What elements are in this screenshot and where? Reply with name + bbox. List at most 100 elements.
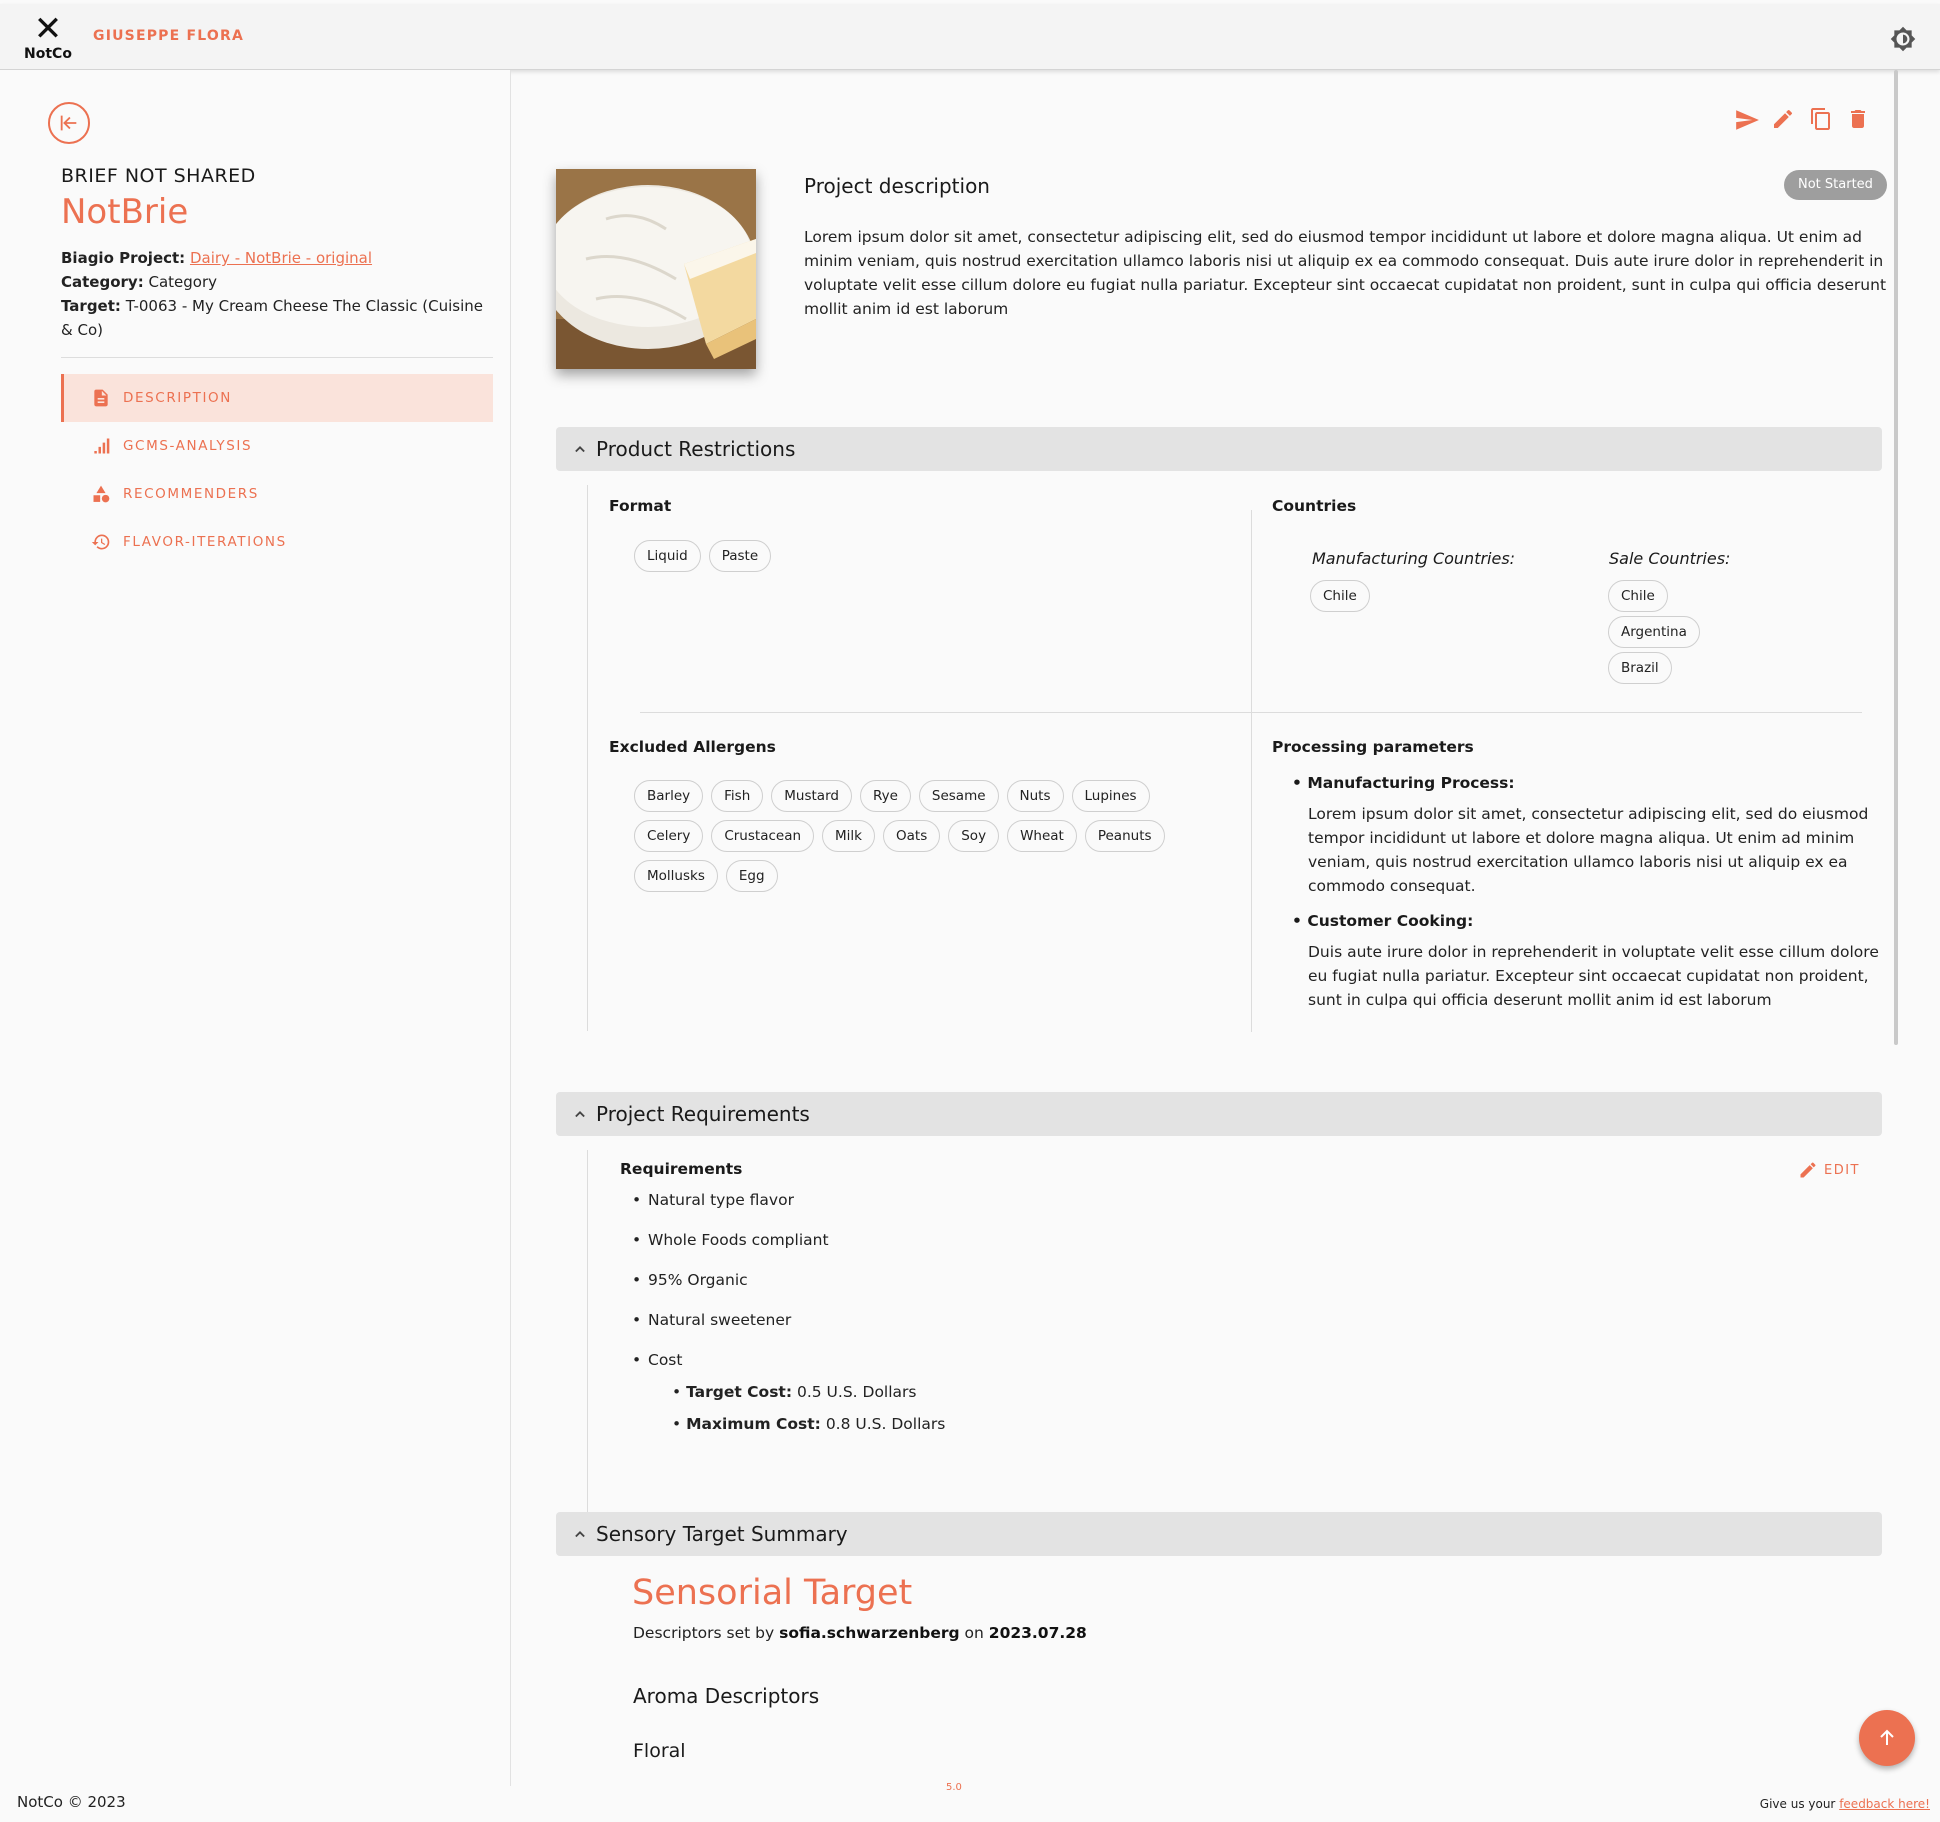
feedback-prefix: Give us your — [1759, 1797, 1836, 1811]
format-label: Format — [609, 497, 672, 515]
allergen-chip: Nuts — [1006, 780, 1064, 812]
allergen-chip: Rye — [859, 780, 911, 812]
max-cost-label: Maximum Cost: — [686, 1415, 821, 1433]
feedback-link[interactable]: feedback here! — [1839, 1797, 1930, 1811]
scroll-to-top-button[interactable] — [1859, 1710, 1915, 1766]
section-title: Project Requirements — [596, 1102, 810, 1126]
target: Target: T-0063 - My Cream Cheese The Cla… — [61, 294, 486, 342]
history-icon — [91, 532, 111, 552]
edit-icon — [1800, 1162, 1816, 1178]
sidebar: BRIEF NOT SHARED NotBrie Biagio Project:… — [0, 70, 511, 1786]
descriptors-set-by: Descriptors set by sofia.schwarzenberg o… — [633, 1624, 1087, 1642]
category-label: Category: — [61, 273, 144, 291]
allergen-chip: Mollusks — [634, 860, 718, 892]
project-description-text: Lorem ipsum dolor sit amet, consectetur … — [804, 228, 1887, 318]
set-date: 2023.07.28 — [988, 1624, 1087, 1642]
product-restrictions-header[interactable]: Product Restrictions — [556, 427, 1882, 471]
max-cost-value: 0.8 U.S. Dollars — [825, 1415, 946, 1433]
allergen-chip: Wheat — [1007, 820, 1077, 852]
customer-cooking-text: Duis aute irure dolor in reprehenderit i… — [1308, 943, 1879, 1009]
country-chip: Chile — [1608, 580, 1668, 612]
descriptor-value-stub: 5.0 — [946, 1782, 962, 1793]
copy-icon[interactable] — [1809, 107, 1837, 135]
chevron-up-icon — [570, 439, 590, 459]
list-item: 95% Organic — [620, 1268, 829, 1308]
sensory-summary-header[interactable]: Sensory Target Summary — [556, 1512, 1882, 1556]
section-title: Product Restrictions — [596, 437, 796, 461]
category: Category: Category — [61, 270, 217, 294]
section-rule — [587, 485, 588, 1031]
logo-text: NotCo — [24, 46, 72, 62]
status-badge: Not Started — [1784, 170, 1887, 200]
allergen-chips: Barley Fish Mustard Rye Sesame Nuts Lupi… — [634, 780, 1174, 892]
country-chip: Argentina — [1608, 616, 1700, 648]
customer-cooking-label: • Customer Cooking: — [1292, 912, 1474, 930]
brief-status: BRIEF NOT SHARED — [61, 165, 256, 187]
format-chip: Liquid — [634, 540, 701, 572]
manufacturing-process-label: • Manufacturing Process: — [1292, 774, 1515, 792]
section-rule — [587, 1150, 588, 1522]
edit-requirements-button[interactable]: EDIT — [1798, 1160, 1860, 1180]
footer-copyright: NotCo © 2023 — [17, 1793, 126, 1811]
scrollbar[interactable] — [1894, 70, 1898, 1045]
target-value: T-0063 - My Cream Cheese The Classic (Cu… — [61, 297, 483, 339]
allergen-chip: Lupines — [1071, 780, 1150, 812]
edit-icon[interactable] — [1771, 107, 1799, 135]
biagio-project: Biagio Project: Dairy - NotBrie - origin… — [61, 246, 372, 270]
arrow-left-bar-icon — [60, 115, 77, 131]
sensorial-target-title: Sensorial Target — [632, 1573, 913, 1613]
product-image — [556, 169, 756, 369]
sale-chips: Chile Argentina Brazil — [1608, 580, 1700, 684]
allergen-chip: Celery — [634, 820, 704, 852]
app-header: ✕ NotCo GIUSEPPE FLORA — [0, 4, 1940, 70]
biagio-link[interactable]: Dairy - NotBrie - original — [190, 249, 372, 267]
allergen-chip: Crustacean — [711, 820, 815, 852]
nav-item-flavor-iterations[interactable]: FLAVOR-ITERATIONS — [61, 518, 493, 566]
nav-item-description[interactable]: DESCRIPTION — [61, 374, 493, 422]
country-chip: Chile — [1310, 580, 1370, 612]
notco-logo[interactable]: ✕ NotCo — [22, 12, 74, 64]
category-value: Category — [148, 273, 218, 291]
biagio-label: Biagio Project: — [61, 249, 186, 267]
allergen-chip: Sesame — [918, 780, 999, 812]
nav-item-gcms-analysis[interactable]: GCMS-ANALYSIS — [61, 422, 493, 470]
nav-item-recommenders[interactable]: RECOMMENDERS — [61, 470, 493, 518]
allergen-chip: Barley — [634, 780, 704, 812]
column-divider — [1251, 510, 1252, 750]
chevron-up-icon — [570, 1524, 590, 1544]
list-item: Cost — [620, 1348, 829, 1388]
sale-countries-label: Sale Countries: — [1609, 549, 1731, 568]
send-icon[interactable] — [1734, 107, 1762, 135]
allergen-chip: Egg — [725, 860, 778, 892]
manufacturing-process: • Manufacturing Process: Lorem ipsum dol… — [1292, 774, 1882, 898]
sidebar-nav: DESCRIPTION GCMS-ANALYSIS RECOMMENDERS F… — [61, 374, 493, 566]
user-name[interactable]: GIUSEPPE FLORA — [93, 28, 244, 44]
logo-mark: ✕ — [33, 9, 63, 49]
brief-toolbar — [1734, 106, 1874, 136]
descriptor-group-floral: Floral — [633, 1740, 686, 1762]
country-chip: Brazil — [1608, 652, 1672, 684]
document-icon — [91, 388, 111, 408]
project-requirements-header[interactable]: Project Requirements — [556, 1092, 1882, 1136]
target-label: Target: — [61, 297, 121, 315]
countries-label: Countries — [1272, 497, 1357, 515]
allergen-chip: Milk — [822, 820, 875, 852]
delete-icon[interactable] — [1846, 107, 1874, 135]
section-title: Sensory Target Summary — [596, 1522, 848, 1546]
row-divider — [640, 712, 1862, 713]
allergen-chip: Oats — [883, 820, 941, 852]
manufacturing-countries-label: Manufacturing Countries: — [1312, 549, 1516, 568]
back-button[interactable] — [48, 102, 90, 144]
format-chips: Liquid Paste — [634, 540, 772, 572]
maximum-cost: • Maximum Cost: 0.8 U.S. Dollars — [672, 1415, 946, 1433]
edit-label: EDIT — [1824, 1162, 1860, 1178]
customer-cooking-title: Customer Cooking: — [1307, 912, 1474, 930]
list-item: Natural sweetener — [620, 1308, 829, 1348]
excluded-allergens-label: Excluded Allergens — [609, 738, 776, 756]
footer-feedback: Give us your feedback here! — [1760, 1797, 1930, 1811]
target-cost-value: 0.5 U.S. Dollars — [796, 1383, 917, 1401]
project-description-title: Project description — [804, 174, 990, 198]
brightness-icon[interactable] — [1890, 26, 1916, 52]
nav-label: DESCRIPTION — [123, 390, 232, 406]
divider — [61, 357, 493, 358]
